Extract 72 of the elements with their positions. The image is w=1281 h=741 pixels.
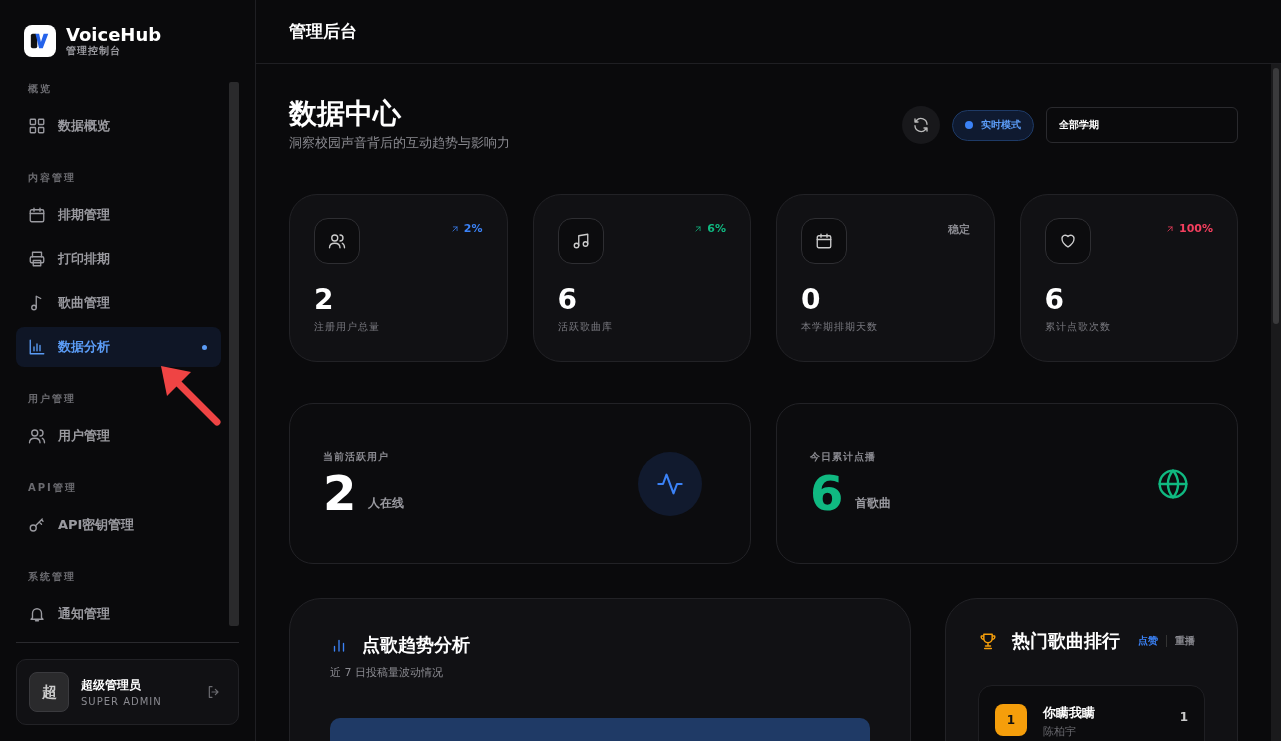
semester-select[interactable]: 全部学期 (1046, 107, 1238, 143)
trend-indicator: 100% (1165, 222, 1213, 235)
avatar: 超 (29, 672, 69, 712)
live-label: 当前活跃用户 (323, 449, 390, 464)
section-label: 概览 (27, 82, 53, 96)
section-label: 用户管理 (27, 392, 77, 406)
sidebar-item[interactable]: 歌曲管理 (16, 283, 221, 323)
header-title: 管理后台 (289, 20, 357, 43)
live-label: 今日累计点播 (810, 449, 877, 464)
app-name: VoiceHub (66, 25, 162, 45)
users-icon (28, 427, 46, 445)
grid-icon (28, 117, 46, 135)
live-value: 2 (323, 467, 357, 518)
stat-value: 0 (801, 284, 822, 316)
sort-tab[interactable]: 点赞 (1138, 634, 1158, 648)
stat-label: 注册用户总量 (314, 320, 381, 334)
song-row[interactable]: 1 你瞒我瞒 陈柏宇 1 (978, 685, 1205, 741)
sidebar-item[interactable]: 数据概览 (16, 106, 221, 146)
calendar-icon (815, 232, 833, 250)
arrow-up-right-icon (449, 223, 460, 234)
sidebar-item[interactable]: 数据分析 (16, 327, 221, 367)
globe-icon (1157, 467, 1189, 500)
sidebar-item[interactable]: 用户管理 (16, 416, 221, 456)
heart-icon (1058, 232, 1077, 250)
panel-title: 点歌趋势分析 (362, 633, 470, 657)
app-subtitle: 管理控制台 (66, 45, 122, 57)
stat-label: 本学期排期天数 (801, 320, 879, 334)
like-count: 1 (1179, 710, 1188, 724)
trophy-icon (978, 631, 998, 651)
scrollbar-thumb[interactable] (1273, 68, 1279, 324)
stat-value: 2 (314, 284, 335, 316)
stat-value: 6 (557, 284, 578, 316)
refresh-icon (912, 116, 930, 134)
scrollbar[interactable] (229, 82, 239, 626)
sidebar-item[interactable]: 排期管理 (16, 195, 221, 235)
user-name: 超级管理员 (81, 677, 142, 694)
printer-icon (28, 250, 46, 268)
live-mode-toggle[interactable]: 实时模式 (952, 109, 1034, 141)
song-title: 你瞒我瞒 (1043, 704, 1096, 722)
section-label: API管理 (27, 481, 78, 495)
trend-indicator: 6% (693, 222, 726, 235)
sidebar-item[interactable]: 通知管理 (16, 594, 221, 626)
live-unit: 首歌曲 (855, 494, 892, 512)
panel-title: 热门歌曲排行 (1012, 629, 1120, 653)
trend-indicator: 2% (449, 222, 483, 235)
section-label: 内容管理 (27, 171, 77, 185)
stat-label: 累计点歌次数 (1044, 320, 1112, 334)
bar-chart-icon (28, 338, 46, 356)
sidebar-item[interactable]: API密钥管理 (16, 505, 221, 545)
calendar-icon (28, 206, 46, 224)
section-label: 系统管理 (27, 570, 77, 584)
logo-icon (24, 25, 56, 57)
page-subtitle: 洞察校园声音背后的互动趋势与影响力 (289, 134, 510, 152)
song-artist: 陈柏宇 (1043, 724, 1077, 739)
user-role: SUPER ADMIN (81, 696, 163, 707)
key-icon (28, 516, 46, 534)
refresh-button[interactable] (902, 106, 940, 144)
sidebar-item[interactable]: 打印排期 (16, 239, 221, 279)
live-value: 6 (810, 467, 844, 518)
music-note-icon (571, 232, 590, 250)
stat-label: 活跃歌曲库 (557, 320, 614, 334)
users-icon (328, 232, 346, 250)
panel-subtitle: 近 7 日投稿量波动情况 (330, 665, 444, 680)
bell-icon (28, 605, 46, 623)
stat-value: 6 (1044, 284, 1065, 316)
live-unit: 人在线 (368, 494, 405, 512)
page-title: 数据中心 (289, 96, 402, 132)
arrow-up-right-icon (1165, 223, 1175, 234)
arrow-up-right-icon (693, 223, 704, 234)
rank-badge: 1 (995, 704, 1027, 736)
sort-tab[interactable]: 重播 (1175, 634, 1195, 648)
trend-indicator: 稳定 (947, 222, 970, 237)
